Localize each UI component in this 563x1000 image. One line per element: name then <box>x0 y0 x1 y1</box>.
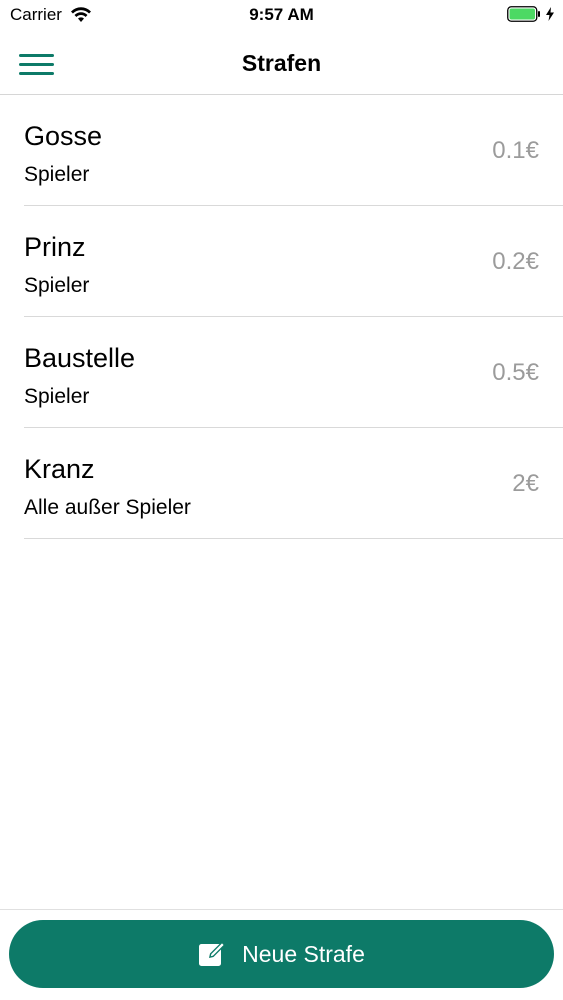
penalty-target: Spieler <box>24 385 90 408</box>
penalty-amount: 0.1€ <box>492 137 539 164</box>
list-item[interactable]: Kranz Alle außer Spieler 2€ <box>0 428 563 539</box>
status-right <box>507 6 555 22</box>
penalty-name: Prinz <box>24 232 86 262</box>
edit-icon <box>198 939 228 969</box>
battery-icon <box>507 6 541 22</box>
status-bar: Carrier 9:57 AM <box>0 0 563 32</box>
penalty-amount: 2€ <box>512 470 539 497</box>
penalty-amount: 0.5€ <box>492 359 539 386</box>
list-item[interactable]: Baustelle Spieler 0.5€ <box>0 317 563 428</box>
page-title: Strafen <box>241 50 322 76</box>
charging-bolt-icon <box>545 7 555 21</box>
penalty-name: Kranz <box>24 454 95 484</box>
status-time: 9:57 AM <box>249 5 314 24</box>
bottom-divider <box>0 909 563 910</box>
new-penalty-label: Neue Strafe <box>242 940 365 967</box>
new-penalty-button[interactable]: Neue Strafe <box>9 920 554 988</box>
penalty-amount: 0.2€ <box>492 248 539 275</box>
penalty-target: Spieler <box>24 163 90 186</box>
penalty-name: Baustelle <box>24 343 136 373</box>
penalty-target: Spieler <box>24 274 90 297</box>
list-item[interactable]: Gosse Spieler 0.1€ <box>0 95 563 206</box>
penalty-target: Alle außer Spieler <box>24 496 191 519</box>
penalty-name: Gosse <box>24 121 103 151</box>
list-item[interactable]: Prinz Spieler 0.2€ <box>0 206 563 317</box>
penalty-list: Gosse Spieler 0.1€ Prinz Spieler 0.2€ Ba… <box>0 95 563 539</box>
nav-bar: Strafen <box>0 32 563 95</box>
